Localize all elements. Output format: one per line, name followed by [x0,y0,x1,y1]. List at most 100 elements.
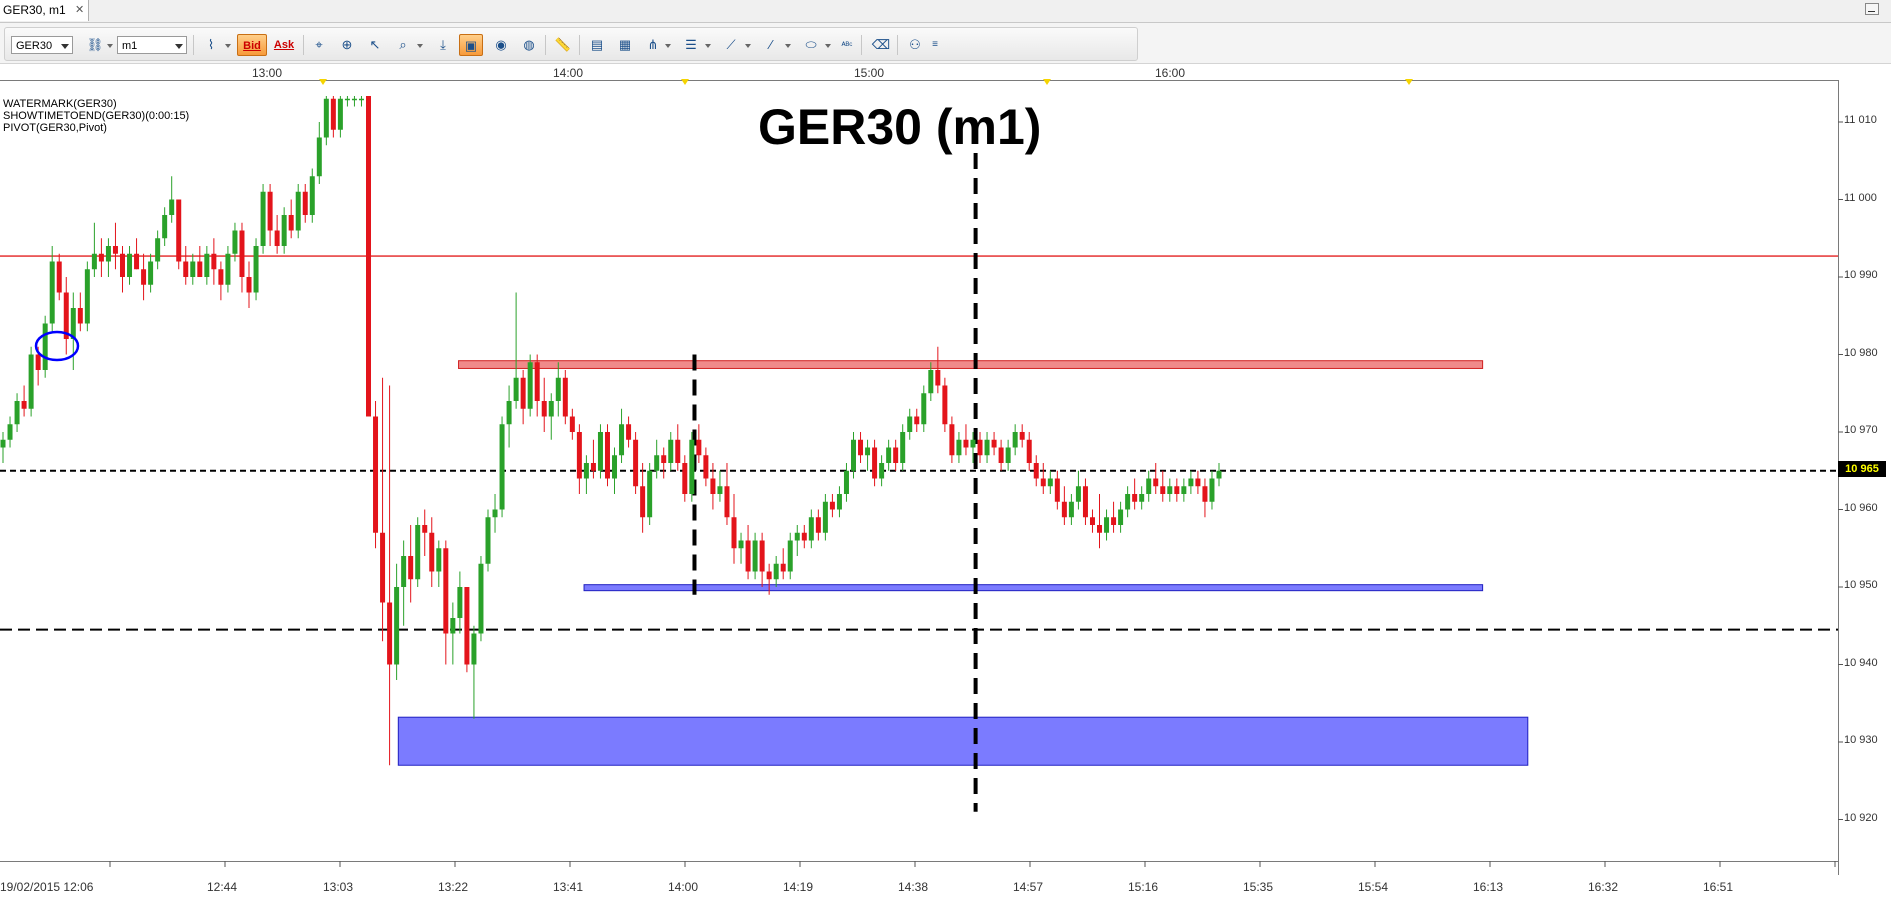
candle-body [907,416,913,432]
price-tick: 10 930 [1844,734,1878,746]
candle-body [70,308,76,339]
candle-body [330,98,336,130]
candle-body [1005,447,1011,463]
price-tick: 10 980 [1844,347,1878,359]
candle-body [675,439,681,463]
candle-body [541,401,547,417]
candle-body [366,96,372,417]
candle-body [14,401,20,425]
ellipse-annotation [34,330,80,362]
candle-body [829,501,835,510]
candle-body [1075,486,1081,502]
candle-body [394,587,400,665]
candle-body [1174,486,1180,494]
candle-body [935,370,941,386]
candle-body [562,377,568,417]
candle-body [513,377,519,401]
time-marker [319,79,327,85]
candle-body [253,246,259,293]
candle-body [893,447,899,463]
candle-body [991,439,997,448]
candle-body [84,269,90,324]
candle-body [190,261,196,277]
candle-body [91,253,97,270]
candle-body [302,191,308,215]
candle-body [169,199,175,215]
candle-body [1054,478,1060,502]
candle-body [808,517,814,541]
indicator-label-pivot: PIVOT(GER30,Pivot) [3,122,107,134]
candle-body [148,261,154,285]
candle-body [197,261,203,277]
candle-body [843,470,849,494]
bottom-time-tick: 16:32 [1588,880,1619,894]
candle-body [548,401,554,417]
candle-body [590,463,596,471]
candle-body [640,486,646,518]
candle-body [1160,486,1166,494]
candle-body [288,215,294,231]
candle-body [485,517,491,564]
candle-body [0,439,6,448]
candle-body [612,455,618,479]
candle-body [626,424,632,440]
candle-body [28,354,34,409]
candle-body [787,540,793,572]
zone-support [397,716,1529,766]
candle-body [134,253,140,270]
candle-body [176,199,182,262]
candle-body [576,432,582,479]
bottom-time-tick: 13:03 [323,880,354,894]
zone-support [583,584,1484,592]
candle-body [928,370,934,394]
candle-body [211,253,217,270]
bottom-time-tick: 15:35 [1243,880,1274,894]
candle-body [619,424,625,456]
candle-body [1089,517,1095,525]
candle-body [373,416,379,533]
price-tick: 10 940 [1844,657,1878,669]
candle-body [1111,517,1117,525]
candle-body [633,439,639,487]
candle-body [450,618,456,634]
candle-body [654,455,660,471]
candle-body [49,261,55,324]
candle-body [745,540,751,572]
price-tick: 10 970 [1844,424,1878,436]
zone-resistance [458,360,1484,369]
candle-body [836,494,842,510]
candle-body [900,432,906,463]
candle-body [731,517,737,549]
candle-body [141,269,147,285]
candle-body [218,269,224,285]
candle-body [1181,486,1187,494]
bottom-time-tick: 12:44 [207,880,238,894]
candle-body [1047,478,1053,487]
price-tick: 10 920 [1844,812,1878,824]
candle-body [534,362,540,401]
candle-body [942,385,948,425]
candle-body [77,308,83,324]
candle-body [119,253,125,277]
candle-body [1188,478,1194,487]
candle-body [527,362,533,409]
candle-body [1033,463,1039,479]
candle-body [773,563,779,580]
bottom-time-tick: 13:41 [553,880,584,894]
watermark-title: GER30 (m1) [758,99,1042,155]
bottom-time-tick: 16:13 [1473,880,1504,894]
bottom-time-tick: 14:38 [898,880,929,894]
candle-body [682,463,688,494]
indicator-label-watermark: WATERMARK(GER30) [3,98,117,110]
candle-body [759,540,765,572]
candle-body [1216,470,1222,479]
candle-body [499,424,505,510]
candle-body [127,253,133,277]
candle-body [408,556,414,580]
candle-body [105,246,111,262]
candle-body [850,439,856,471]
price-tick: 10 990 [1844,269,1878,281]
candle-body [921,393,927,425]
candle-body [815,517,821,533]
candle-body [583,463,589,479]
